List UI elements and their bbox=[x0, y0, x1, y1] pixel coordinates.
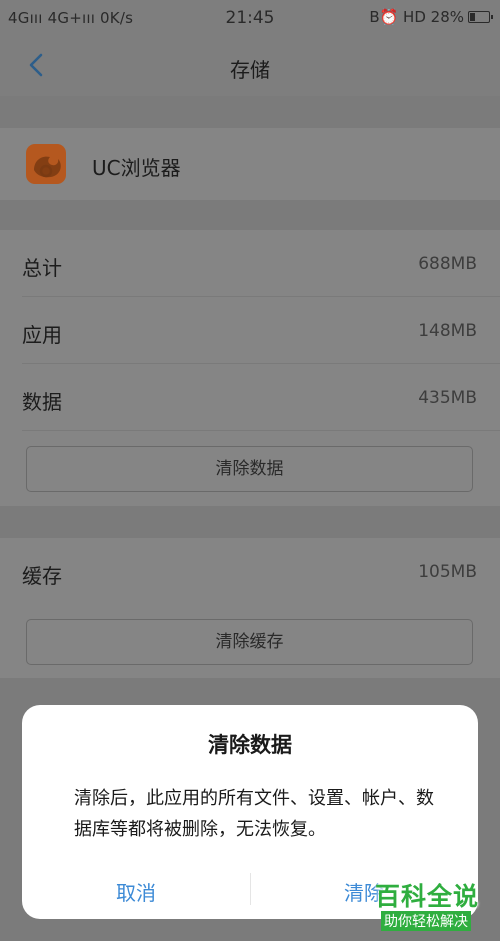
stat-value: 688MB bbox=[418, 254, 477, 274]
stat-value: 435MB bbox=[418, 388, 477, 408]
battery-icon bbox=[468, 11, 493, 23]
watermark-subtitle: 助你轻松解决 bbox=[381, 911, 471, 931]
divider bbox=[22, 430, 500, 431]
storage-stats: 总计 688MB 应用 148MB 数据 435MB 清除数据 bbox=[0, 230, 500, 506]
clear-cache-button[interactable]: 清除缓存 bbox=[26, 619, 473, 665]
app-name: UC浏览器 bbox=[92, 156, 181, 180]
stat-value: 105MB bbox=[418, 562, 477, 582]
app-info-row: UC浏览器 bbox=[0, 128, 500, 200]
stat-label: 缓存 bbox=[22, 564, 62, 588]
stat-row-app: 应用 148MB bbox=[0, 297, 500, 364]
dialog-message: 清除后，此应用的所有文件、设置、帐户、数据库等都将被删除，无法恢复。 bbox=[74, 788, 434, 840]
stat-row-cache: 缓存 105MB bbox=[0, 538, 500, 605]
stat-row-total: 总计 688MB bbox=[0, 230, 500, 297]
stat-label: 应用 bbox=[22, 323, 62, 347]
watermark: 百科全说 助你轻松解决 bbox=[371, 875, 491, 935]
stat-label: 总计 bbox=[22, 256, 62, 280]
watermark-title: 百科全说 bbox=[375, 882, 480, 911]
stat-value: 148MB bbox=[418, 321, 477, 341]
nav-bar: 存储 bbox=[0, 36, 500, 96]
page-title: 存储 bbox=[230, 58, 270, 82]
status-bar: 4Gııı 4G+ııı 0K/s 21:45 B⏰ HD 28% bbox=[0, 0, 500, 36]
divider bbox=[250, 873, 251, 905]
status-icons: B⏰ HD 28% bbox=[369, 8, 464, 26]
clear-data-button[interactable]: 清除数据 bbox=[26, 446, 473, 492]
cache-section: 缓存 105MB 清除缓存 bbox=[0, 538, 500, 678]
cancel-button[interactable]: 取消 bbox=[36, 873, 236, 913]
stat-label: 数据 bbox=[22, 390, 62, 414]
dialog-title: 清除数据 bbox=[208, 733, 292, 757]
stat-row-data: 数据 435MB bbox=[0, 364, 500, 431]
uc-browser-icon bbox=[26, 144, 66, 184]
